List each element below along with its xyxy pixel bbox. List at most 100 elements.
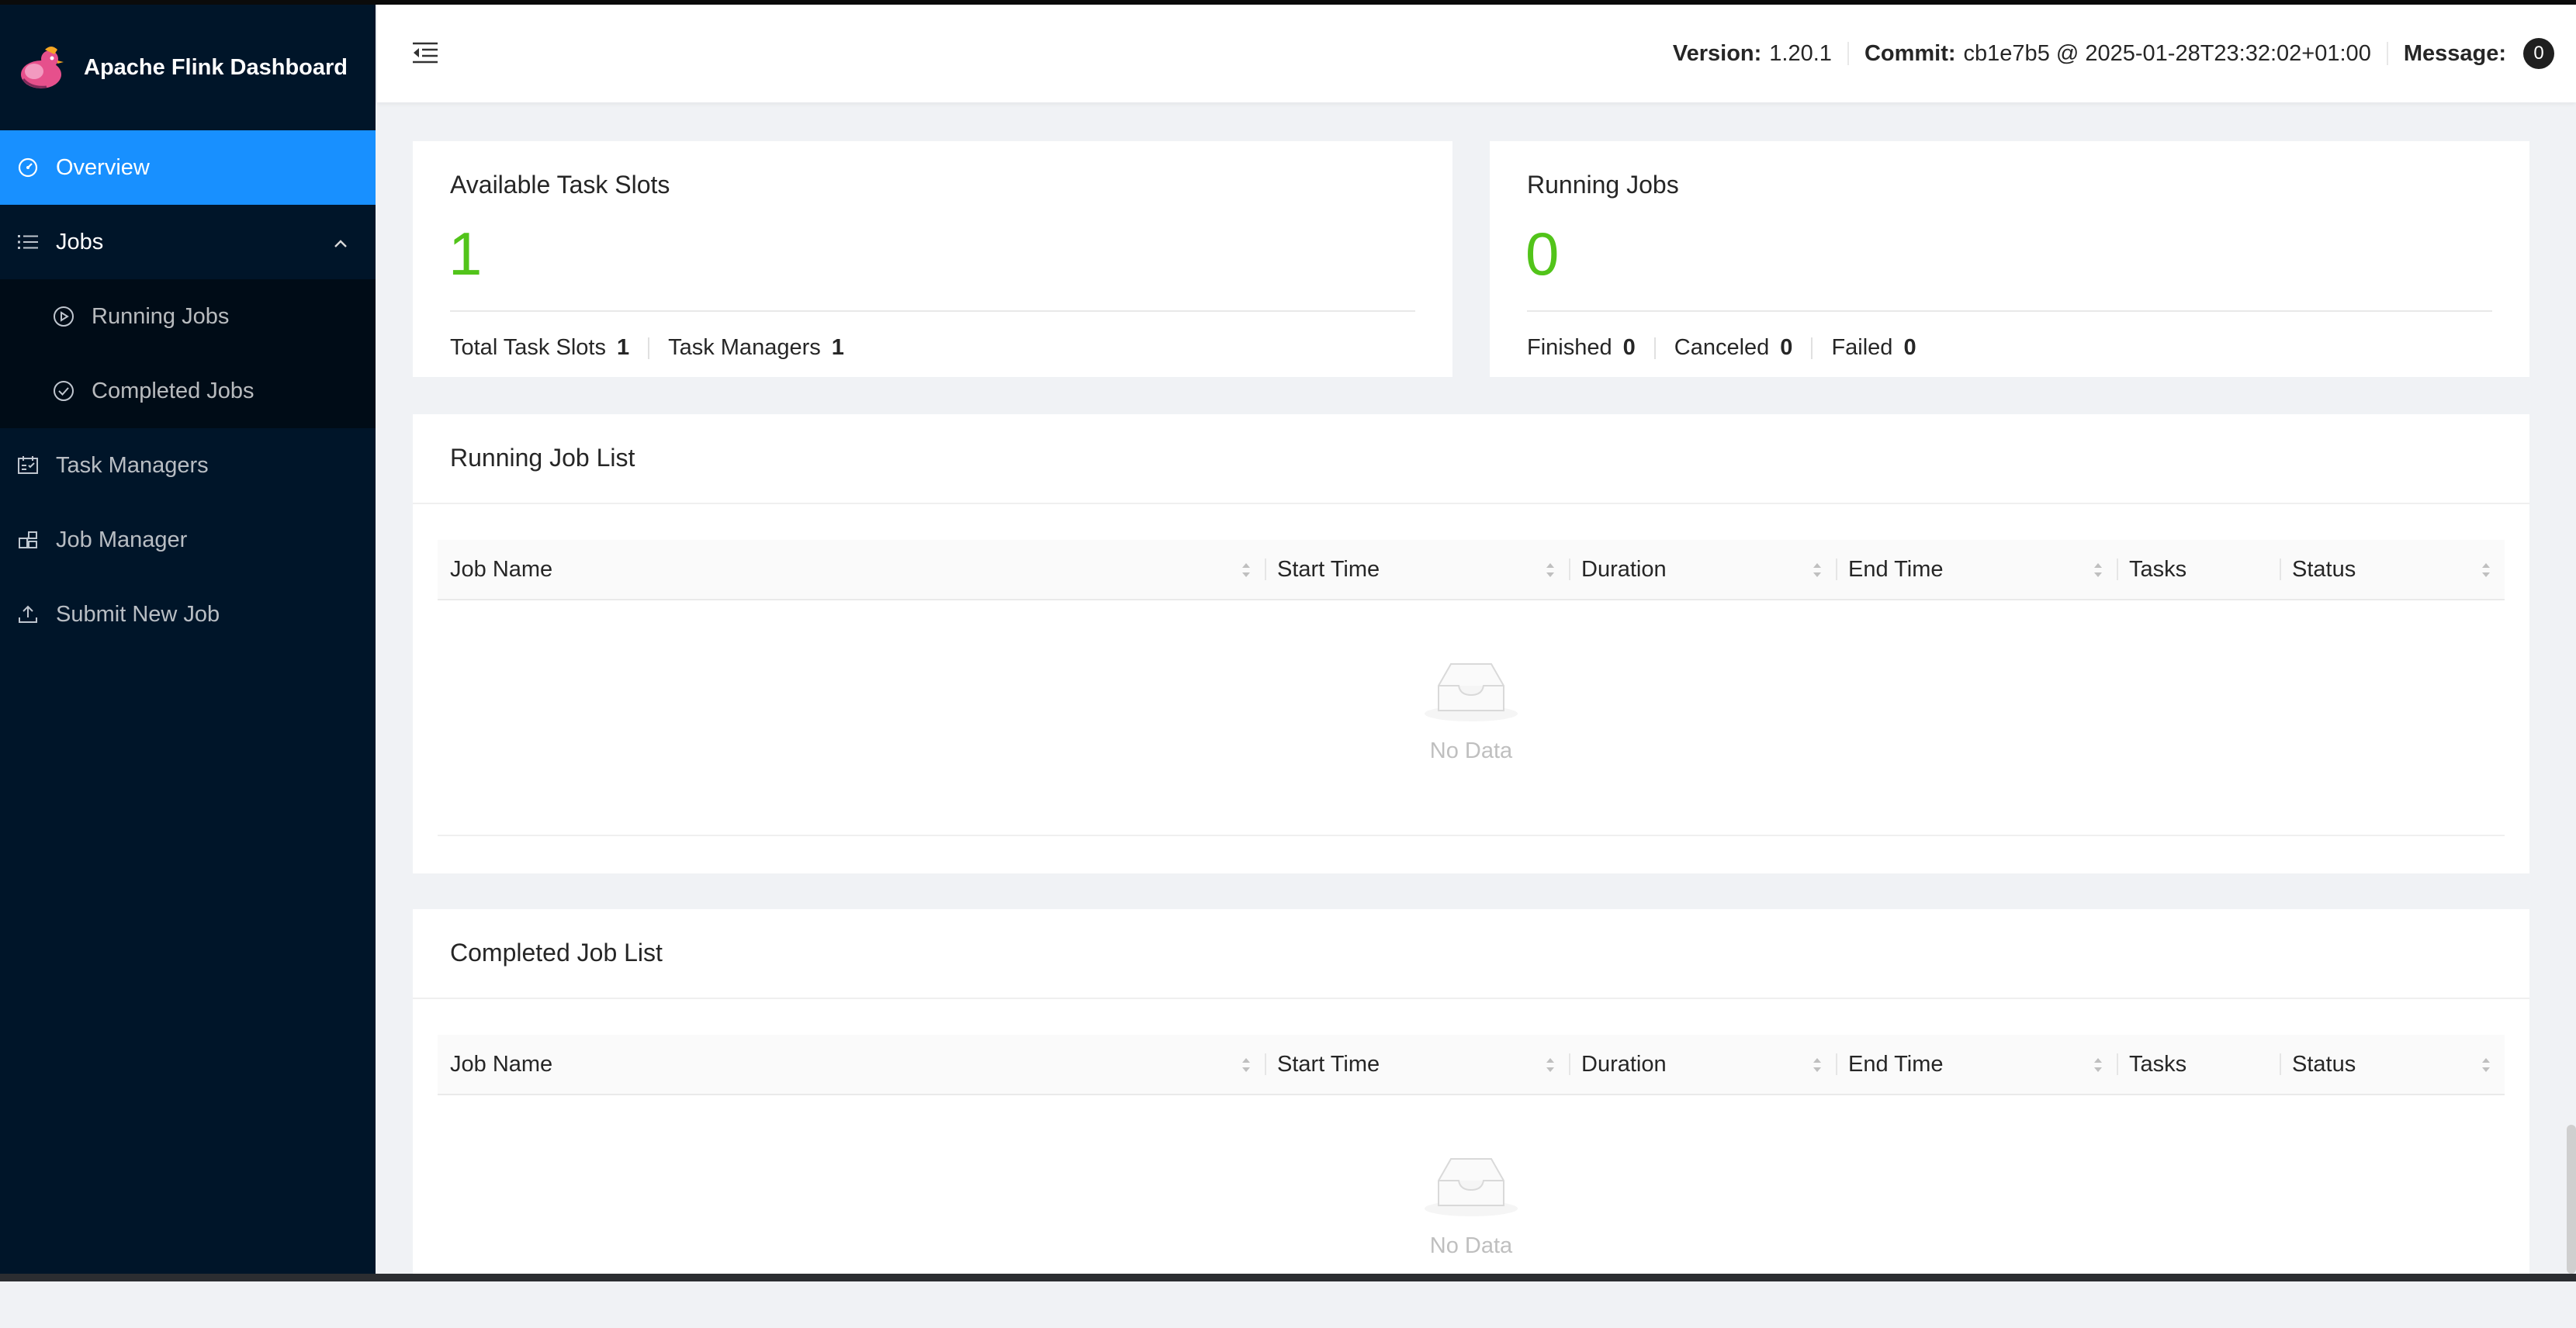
column-header-duration[interactable]: Duration (1569, 540, 1836, 599)
failed-value: 0 (1903, 335, 1916, 360)
sort-icon[interactable] (2092, 1055, 2104, 1074)
card-footer: Finished 0 Canceled 0 Failed 0 (1527, 335, 1916, 361)
card-title: Available Task Slots (450, 171, 670, 199)
empty-inbox-icon (1421, 1150, 1521, 1219)
sidebar-item-label: Job Manager (56, 527, 188, 552)
sidebar-item-overview[interactable]: Overview (0, 130, 376, 205)
column-header-job-name[interactable]: Job Name (438, 540, 1265, 599)
message-info[interactable]: Message: 0 (2404, 38, 2554, 69)
logo[interactable]: Apache Flink Dashboard (0, 5, 376, 130)
header-bar: Version: 1.20.1 Commit: cb1e7b5 @ 2025-0… (377, 5, 2576, 102)
available-slots-value: 1 (448, 220, 483, 288)
check-circle-icon (53, 380, 74, 402)
divider (2386, 42, 2388, 65)
sort-icon[interactable] (1240, 560, 1252, 579)
column-header-end-time[interactable]: End Time (1836, 540, 2117, 599)
column-header-job-name[interactable]: Job Name (438, 1035, 1265, 1094)
window-bottom-edge (0, 1274, 2576, 1281)
sort-icon[interactable] (1811, 1055, 1823, 1074)
column-header-tasks: Tasks (2117, 540, 2280, 599)
column-header-status[interactable]: Status (2280, 1035, 2505, 1094)
divider (413, 503, 2529, 504)
failed-label: Failed (1831, 335, 1893, 360)
divider (413, 998, 2529, 999)
version-info: Version: 1.20.1 (1673, 41, 1832, 67)
card-title: Running Job List (450, 444, 635, 472)
running-job-list-card: Running Job List Job Name Start Time Dur… (413, 414, 2529, 873)
version-label: Version: (1672, 40, 1762, 66)
task-managers-label: Task Managers (668, 335, 821, 360)
divider (438, 835, 2505, 836)
task-managers-value: 1 (831, 335, 844, 360)
flink-logo-icon (16, 42, 67, 93)
running-jobs-card: Running Jobs 0 Finished 0 Canceled 0 Fai… (1490, 141, 2529, 377)
card-footer: Total Task Slots 1 Task Managers 1 (450, 335, 844, 361)
empty-inbox-icon (1421, 655, 1521, 725)
sidebar-item-submit-new-job[interactable]: Submit New Job (0, 577, 376, 652)
schedule-icon (17, 455, 39, 476)
sort-icon[interactable] (1544, 560, 1556, 579)
empty-text: No Data (1429, 738, 1513, 763)
version-value: 1.20.1 (1769, 40, 1832, 66)
divider (1527, 310, 2492, 312)
sidebar-item-label: Submit New Job (56, 601, 220, 627)
sidebar: Apache Flink Dashboard Overview Jobs Run… (0, 5, 376, 1274)
divider (1811, 337, 1813, 359)
card-title: Completed Job List (450, 939, 663, 967)
chevron-up-icon[interactable] (332, 233, 349, 250)
available-task-slots-card: Available Task Slots 1 Total Task Slots … (413, 141, 1452, 377)
sidebar-item-jobs[interactable]: Jobs (0, 205, 376, 279)
sort-icon[interactable] (1811, 560, 1823, 579)
sidebar-item-running-jobs[interactable]: Running Jobs (0, 279, 376, 354)
canceled-label: Canceled (1674, 335, 1770, 360)
total-task-slots-label: Total Task Slots (450, 335, 606, 360)
divider (1653, 337, 1656, 359)
column-header-start-time[interactable]: Start Time (1265, 540, 1569, 599)
sidebar-item-task-managers[interactable]: Task Managers (0, 428, 376, 503)
canceled-value: 0 (1780, 335, 1793, 360)
app-title: Apache Flink Dashboard (84, 54, 348, 80)
commit-value: cb1e7b5 @ 2025-01-28T23:32:02+01:00 (1963, 40, 2371, 66)
sort-icon[interactable] (2092, 560, 2104, 579)
sidebar-item-completed-jobs[interactable]: Completed Jobs (0, 354, 376, 428)
sidebar-item-label: Running Jobs (92, 303, 230, 329)
play-circle-icon (53, 306, 74, 327)
cluster-icon (17, 529, 39, 551)
sidebar-item-label: Jobs (56, 229, 104, 254)
empty-state: No Data (438, 600, 2505, 833)
commit-label: Commit: (1864, 40, 1956, 66)
commit-info: Commit: cb1e7b5 @ 2025-01-28T23:32:02+01… (1864, 41, 2371, 67)
finished-label: Finished (1527, 335, 1612, 360)
sidebar-item-label: Overview (56, 154, 150, 180)
sort-icon[interactable] (2480, 560, 2492, 579)
finished-value: 0 (1622, 335, 1636, 360)
scrollbar[interactable] (2567, 1125, 2576, 1274)
total-task-slots-value: 1 (616, 335, 630, 360)
column-header-status[interactable]: Status (2280, 540, 2505, 599)
upload-icon (17, 603, 39, 625)
list-icon (17, 231, 39, 253)
table-header: Job Name Start Time Duration End Time Ta… (438, 1035, 2505, 1095)
message-label: Message: (2403, 40, 2506, 66)
menu-fold-icon[interactable] (411, 39, 439, 67)
empty-text: No Data (1429, 1233, 1513, 1258)
column-header-end-time[interactable]: End Time (1836, 1035, 2117, 1094)
divider (648, 337, 650, 359)
sort-icon[interactable] (2480, 1055, 2492, 1074)
sort-icon[interactable] (1240, 1055, 1252, 1074)
empty-state: No Data (438, 1095, 2505, 1328)
header-info: Version: 1.20.1 Commit: cb1e7b5 @ 2025-0… (1673, 5, 2554, 102)
column-header-tasks: Tasks (2117, 1035, 2280, 1094)
jobs-submenu: Running Jobs Completed Jobs (0, 279, 376, 428)
sidebar-item-label: Completed Jobs (92, 378, 254, 403)
card-title: Running Jobs (1527, 171, 1679, 199)
message-count-badge[interactable]: 0 (2523, 38, 2554, 69)
column-header-start-time[interactable]: Start Time (1265, 1035, 1569, 1094)
table-header: Job Name Start Time Duration End Time Ta… (438, 540, 2505, 600)
divider (450, 310, 1415, 312)
sort-icon[interactable] (1544, 1055, 1556, 1074)
sidebar-item-job-manager[interactable]: Job Manager (0, 503, 376, 577)
sidebar-item-label: Task Managers (56, 452, 209, 478)
column-header-duration[interactable]: Duration (1569, 1035, 1836, 1094)
divider (1847, 42, 1849, 65)
